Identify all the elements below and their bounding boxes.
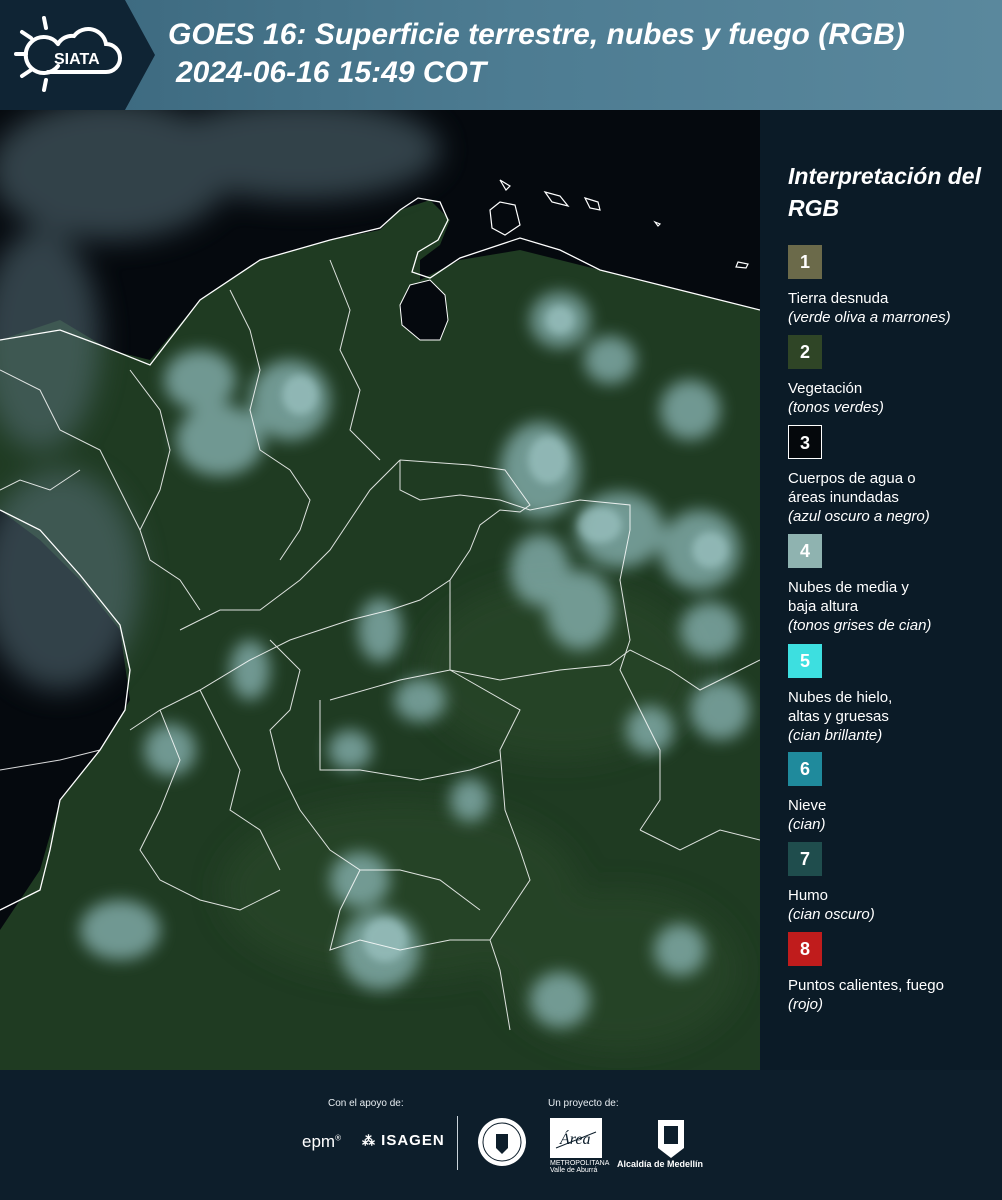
legend-item-name: Humo <box>788 887 829 904</box>
legend-title: Interpretación del RGB <box>788 163 981 221</box>
legend-item-vegetation: 2 Vegetación (tonos verdes) <box>788 335 998 417</box>
legend-swatch: 3 <box>788 425 822 459</box>
legend-item-water: 3 Cuerpos de agua o áreas inundadas (azu… <box>788 425 998 526</box>
footer: Con el apoyo de: Un proyecto de: epm® ⁂ … <box>0 1070 1002 1200</box>
project-label: Un proyecto de: <box>548 1098 619 1109</box>
legend-panel: Interpretación del RGB 1 Tierra desnuda … <box>760 110 1002 1070</box>
legend-swatch: 1 <box>788 245 822 279</box>
medellin-seal-icon <box>478 1118 526 1166</box>
legend-swatch: 4 <box>788 534 822 568</box>
isagen-logo: ⁂ ISAGEN <box>362 1132 445 1149</box>
legend-item-name: Tierra desnuda <box>788 290 889 307</box>
rgb-composite-image <box>0 110 760 1070</box>
footer-divider <box>457 1116 458 1170</box>
legend-swatch: 7 <box>788 842 822 876</box>
header: SIATA GOES 16: Superficie terrestre, nub… <box>0 0 1002 110</box>
svg-text:SIATA: SIATA <box>54 51 100 68</box>
legend-swatch: 6 <box>788 752 822 786</box>
support-label: Con el apoyo de: <box>328 1098 404 1109</box>
legend-item-bare-soil: 1 Tierra desnuda (verde oliva a marrones… <box>788 245 998 327</box>
legend-item-hint: (azul oscuro a negro) <box>788 508 930 525</box>
timestamp: 2024-06-16 15:49 COT <box>176 56 487 89</box>
legend-swatch: 2 <box>788 335 822 369</box>
legend-item-hint: (verde oliva a marrones) <box>788 309 951 326</box>
legend-item-ice-clouds: 5 Nubes de hielo, altas y gruesas (cian … <box>788 644 998 745</box>
legend-swatch: 5 <box>788 644 822 678</box>
legend-item-snow: 6 Nieve (cian) <box>788 752 998 834</box>
alcaldia-text: Alcaldía de Medellín <box>616 1159 704 1169</box>
legend-item-hint: (tonos verdes) <box>788 399 884 416</box>
legend-item-hint: (cian oscuro) <box>788 906 875 923</box>
legend-swatch: 8 <box>788 932 822 966</box>
legend-item-hint: (tonos grises de cian) <box>788 617 932 634</box>
legend-item-low-clouds: 4 Nubes de media y baja altura (tonos gr… <box>788 534 998 635</box>
satellite-map[interactable] <box>0 110 760 1070</box>
legend-item-name: Nubes de media y baja altura <box>788 579 909 615</box>
siata-logo: SIATA <box>14 16 122 92</box>
epm-logo: epm® <box>302 1132 341 1151</box>
legend-item-smoke: 7 Humo (cian oscuro) <box>788 842 998 924</box>
legend-item-fire: 8 Puntos calientes, fuego (rojo) <box>788 932 998 1014</box>
legend-item-name: Nubes de hielo, altas y gruesas <box>788 689 893 725</box>
legend-item-hint: (cian) <box>788 816 826 833</box>
legend-item-name: Vegetación <box>788 380 863 397</box>
legend-item-name: Puntos calientes, fuego <box>788 977 944 994</box>
legend-item-hint: (cian brillante) <box>788 727 883 744</box>
legend-item-name: Nieve <box>788 797 827 814</box>
page-title: GOES 16: Superficie terrestre, nubes y f… <box>168 18 905 51</box>
legend-item-name: Cuerpos de agua o áreas inundadas <box>788 470 916 506</box>
legend-item-hint: (rojo) <box>788 996 824 1013</box>
area-metropolitana-text: METROPOLITANA Valle de Aburrá <box>550 1160 609 1174</box>
